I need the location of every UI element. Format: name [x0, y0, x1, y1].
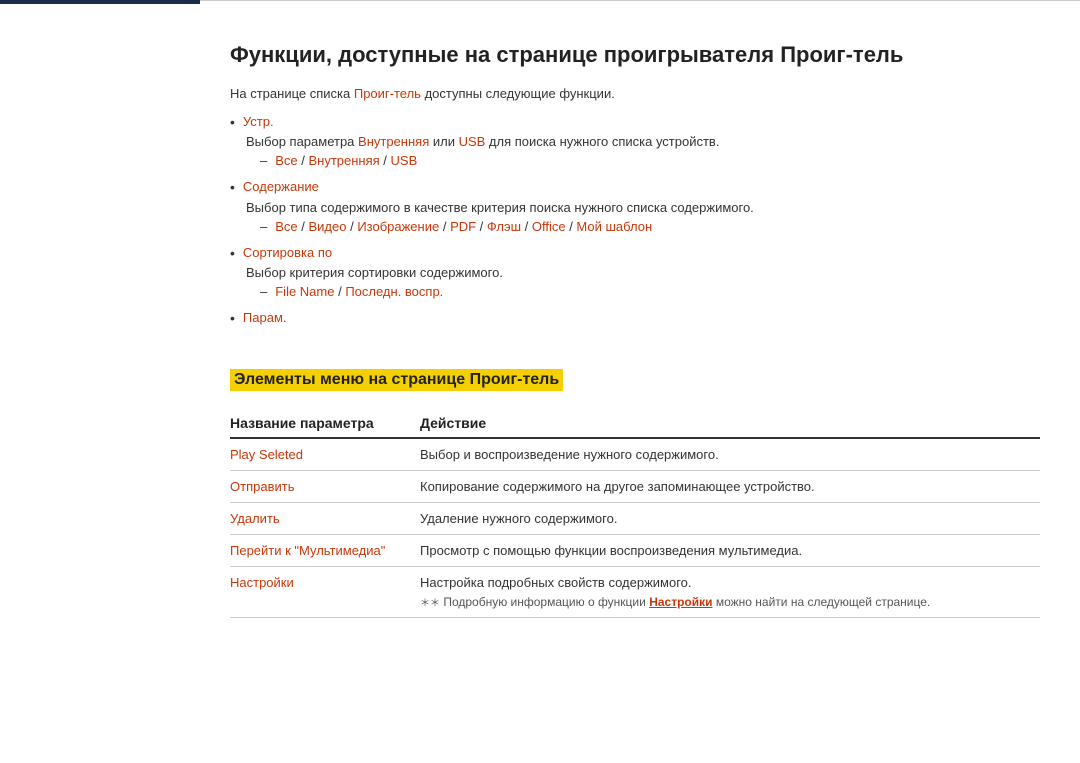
param-name: Play Seleted [230, 447, 420, 462]
table-row: Перейти к "Мультимедиа" Просмотр с помощ… [230, 535, 1040, 567]
sidebar [0, 0, 200, 763]
param-name: Отправить [230, 479, 420, 494]
bullet-desc: Выбор параметра Внутренняя или USB для п… [246, 134, 1040, 149]
intro-link[interactable]: Проиг-тель [354, 86, 421, 101]
link-usb[interactable]: USB [459, 134, 486, 149]
link-usb2[interactable]: USB [391, 153, 418, 168]
table-row: Отправить Копирование содержимого на дру… [230, 471, 1040, 503]
bullet-list: • Устр. Выбор параметра Внутренняя или U… [230, 113, 1040, 329]
bullet-dot: • [230, 244, 235, 264]
bullet-desc: Выбор критерия сортировки содержимого. [246, 265, 1040, 280]
dash-icon: – [260, 219, 267, 234]
intro-text: На странице списка Проиг-тель доступны с… [230, 86, 1040, 101]
param-action: Настройка подробных свойств содержимого.… [420, 575, 1040, 609]
bullet-label: Содержание [243, 178, 319, 196]
link-internal2[interactable]: Внутренняя [308, 153, 379, 168]
link-video[interactable]: Видео [308, 219, 346, 234]
link-office[interactable]: Office [532, 219, 566, 234]
link-mytemplate[interactable]: Мой шаблон [576, 219, 652, 234]
link-internal[interactable]: Внутренняя [358, 134, 429, 149]
link-pdf[interactable]: PDF [450, 219, 476, 234]
param-name: Настройки [230, 575, 420, 590]
bullet-dot: • [230, 178, 235, 198]
dash-icon: – [260, 153, 267, 168]
sub-bullet-content: Все / Видео / Изображение / PDF / Флэш /… [275, 219, 652, 234]
list-item: • Устр. Выбор параметра Внутренняя или U… [230, 113, 1040, 169]
page-container: Функции, доступные на странице проигрыва… [0, 0, 1080, 763]
link-image[interactable]: Изображение [357, 219, 439, 234]
main-content: Функции, доступные на странице проигрыва… [200, 0, 1080, 763]
page-title: Функции, доступные на странице проигрыва… [230, 41, 1040, 70]
link-lastplayed[interactable]: Последн. воспр. [345, 284, 443, 299]
table-row: Настройки Настройка подробных свойств со… [230, 567, 1040, 618]
table-header: Название параметра Действие [230, 415, 1040, 439]
param-action: Копирование содержимого на другое запоми… [420, 479, 1040, 494]
bullet-label: Парам. [243, 309, 287, 327]
param-action: Просмотр с помощью функции воспроизведен… [420, 543, 1040, 558]
sub-bullet-content: File Name / Последн. воспр. [275, 284, 443, 299]
sub-bullet: – Все / Внутренняя / USB [260, 153, 1040, 168]
bullet-dot: • [230, 309, 235, 329]
sub-bullet-content: Все / Внутренняя / USB [275, 153, 417, 168]
bullet-label: Сортировка по [243, 244, 332, 262]
link-filename[interactable]: File Name [275, 284, 334, 299]
table-row: Play Seleted Выбор и воспроизведение нуж… [230, 439, 1040, 471]
dash-icon: – [260, 284, 267, 299]
bullet-desc: Выбор типа содержимого в качестве критер… [246, 200, 1040, 215]
note-link[interactable]: Настройки [649, 595, 712, 609]
param-action: Выбор и воспроизведение нужного содержим… [420, 447, 1040, 462]
note-text: ＊＊ Подробную информацию о функции Настро… [420, 594, 1040, 609]
list-item: • Парам. [230, 309, 1040, 329]
sub-bullet: – Все / Видео / Изображение / PDF / Флэш… [260, 219, 1040, 234]
param-name: Перейти к "Мультимедиа" [230, 543, 420, 558]
table-row: Удалить Удаление нужного содержимого. [230, 503, 1040, 535]
col2-header: Действие [420, 415, 1040, 431]
param-action: Удаление нужного содержимого. [420, 511, 1040, 526]
table-section: Название параметра Действие Play Seleted… [230, 415, 1040, 618]
link-all[interactable]: Все [275, 153, 297, 168]
link-flash[interactable]: Флэш [487, 219, 521, 234]
section-heading: Элементы меню на странице Проиг-тель [230, 369, 563, 391]
col1-header: Название параметра [230, 415, 420, 431]
param-name: Удалить [230, 511, 420, 526]
link-all2[interactable]: Все [275, 219, 297, 234]
sub-bullet: – File Name / Последн. воспр. [260, 284, 1040, 299]
list-item: • Содержание Выбор типа содержимого в ка… [230, 178, 1040, 234]
list-item: • Сортировка по Выбор критерия сортировк… [230, 244, 1040, 300]
bullet-dot: • [230, 113, 235, 133]
bullet-label: Устр. [243, 113, 274, 131]
